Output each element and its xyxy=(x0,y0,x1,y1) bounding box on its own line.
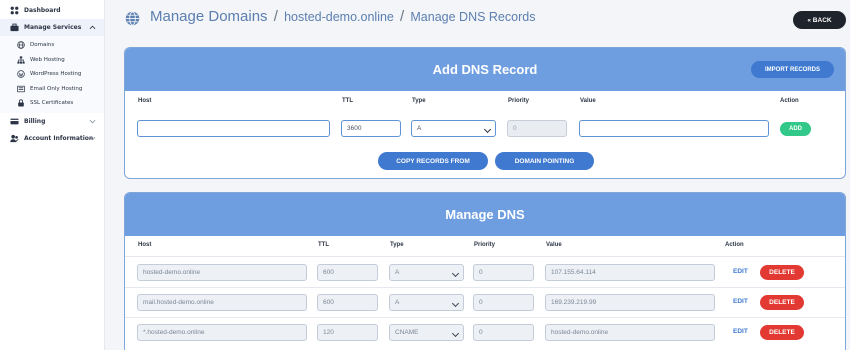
column-header-value: Value xyxy=(580,98,596,104)
column-header-priority: Priority xyxy=(474,242,496,248)
import-records-button[interactable]: IMPORT RECORDS xyxy=(751,61,834,78)
record-value-field[interactable]: 107.155.64.114 xyxy=(545,264,715,281)
value-input[interactable] xyxy=(579,120,769,137)
record-priority-field: 0 xyxy=(473,294,534,311)
record-ttl-field[interactable]: 600 xyxy=(317,264,378,281)
edit-record-button[interactable]: EDIT xyxy=(733,298,748,305)
record-ttl-field[interactable]: 600 xyxy=(317,294,378,311)
column-header-priority: Priority xyxy=(508,98,530,104)
record-host-field[interactable]: hosted-demo.online xyxy=(137,264,307,281)
sidebar-item-label: Billing xyxy=(24,117,46,125)
sidebar-item-wordpress-hosting[interactable]: WordPress Hosting xyxy=(0,67,104,82)
add-button[interactable]: ADD xyxy=(780,122,811,136)
sitemap-icon xyxy=(16,55,25,64)
sidebar-item-label: Web Hosting xyxy=(30,56,65,63)
delete-record-button[interactable]: DELETE xyxy=(760,265,804,280)
sidebar-item-billing[interactable]: Billing xyxy=(0,113,104,130)
page-title: Manage Domains / hosted-demo.online / Ma… xyxy=(150,8,535,25)
sidebar-item-label: SSL Certificates xyxy=(30,100,74,107)
lock-icon xyxy=(16,99,25,108)
card-title: Add DNS Record xyxy=(432,62,538,77)
chevron-down-icon xyxy=(89,119,96,123)
sidebar-item-dashboard[interactable]: Dashboard xyxy=(0,2,104,19)
manage-dns-card: Manage DNS Host TTL Type Priority Value … xyxy=(124,192,846,350)
page-title-text: Manage Domains xyxy=(150,8,268,25)
record-type-select[interactable]: A xyxy=(389,294,464,311)
column-header-ttl: TTL xyxy=(342,98,353,104)
domain-pointing-button[interactable]: DOMAIN POINTING xyxy=(495,152,594,170)
add-dns-record-header: Add DNS Record IMPORT RECORDS xyxy=(125,48,845,91)
delete-record-button[interactable]: DELETE xyxy=(760,295,804,310)
credit-card-icon xyxy=(10,117,19,126)
briefcase-icon xyxy=(10,23,19,32)
record-priority-field: 0 xyxy=(473,264,534,281)
delete-record-button[interactable]: DELETE xyxy=(760,325,804,340)
chevron-down-icon xyxy=(89,136,96,140)
type-select[interactable]: A xyxy=(411,120,496,137)
sidebar-item-label: Domains xyxy=(30,42,55,49)
card-title: Manage DNS xyxy=(445,207,525,222)
column-header-action: Action xyxy=(725,242,744,248)
record-host-field[interactable]: *.hosted-demo.online xyxy=(137,324,307,341)
breadcrumb-current: Manage DNS Records xyxy=(410,10,536,24)
sidebar-item-label: Email Only Hosting xyxy=(30,85,83,92)
column-header-action: Action xyxy=(780,98,799,104)
envelope-icon xyxy=(16,84,25,93)
sidebar-item-ssl-certificates[interactable]: SSL Certificates xyxy=(0,96,104,111)
edit-record-button[interactable]: EDIT xyxy=(733,328,748,335)
breadcrumb-separator: / xyxy=(400,8,405,25)
copy-records-from-button[interactable]: COPY RECORDS FROM xyxy=(378,152,488,170)
sidebar-item-label: Manage Services xyxy=(24,24,82,31)
sidebar-item-email-only-hosting[interactable]: Email Only Hosting xyxy=(0,82,104,97)
record-ttl-field[interactable]: 120 xyxy=(317,324,378,341)
record-type-select[interactable]: A xyxy=(389,264,464,281)
record-host-field[interactable]: mail.hosted-demo.online xyxy=(137,294,307,311)
back-button[interactable]: « BACK xyxy=(793,11,846,29)
sidebar-item-account-information[interactable]: Account Information xyxy=(0,130,104,147)
add-dns-record-card: Add DNS Record IMPORT RECORDS Host TTL T… xyxy=(124,47,846,179)
sidebar-item-label: WordPress Hosting xyxy=(30,71,82,78)
column-header-type: Type xyxy=(390,242,404,248)
sidebar: Dashboard Manage Services Domains Web Ho… xyxy=(0,0,105,350)
globe-icon xyxy=(16,41,25,50)
breadcrumb-domain[interactable]: hosted-demo.online xyxy=(284,10,394,24)
chevron-up-icon xyxy=(89,25,96,30)
edit-record-button[interactable]: EDIT xyxy=(733,268,748,275)
priority-input: 0 xyxy=(507,120,567,137)
row-divider xyxy=(125,256,845,257)
globe-icon xyxy=(125,11,140,26)
record-type-select[interactable]: CNAME xyxy=(389,324,464,341)
sidebar-item-label: Dashboard xyxy=(24,7,61,14)
row-divider xyxy=(125,287,845,288)
record-value-field[interactable]: hosted-demo.online xyxy=(545,324,715,341)
column-header-ttl: TTL xyxy=(318,242,329,248)
record-value-field[interactable]: 169.239.219.99 xyxy=(545,294,715,311)
sidebar-item-domains[interactable]: Domains xyxy=(0,38,104,53)
dashboard-grid-icon xyxy=(10,6,19,15)
host-input[interactable] xyxy=(137,120,330,137)
sidebar-item-label: Account Information xyxy=(24,134,94,142)
row-divider xyxy=(125,317,845,318)
column-header-type: Type xyxy=(412,98,426,104)
wordpress-icon xyxy=(16,70,25,79)
column-header-host: Host xyxy=(138,98,152,104)
manage-services-submenu: Domains Web Hosting WordPress Hosting Em… xyxy=(0,36,104,113)
sidebar-item-web-hosting[interactable]: Web Hosting xyxy=(0,53,104,68)
record-priority-field: 0 xyxy=(473,324,534,341)
manage-dns-header: Manage DNS xyxy=(125,193,845,236)
column-header-host: Host xyxy=(138,242,152,248)
breadcrumb-separator: / xyxy=(273,8,278,25)
ttl-input[interactable]: 3600 xyxy=(341,120,401,137)
users-icon xyxy=(10,134,19,143)
column-header-value: Value xyxy=(546,242,562,248)
sidebar-item-manage-services[interactable]: Manage Services xyxy=(0,19,104,36)
